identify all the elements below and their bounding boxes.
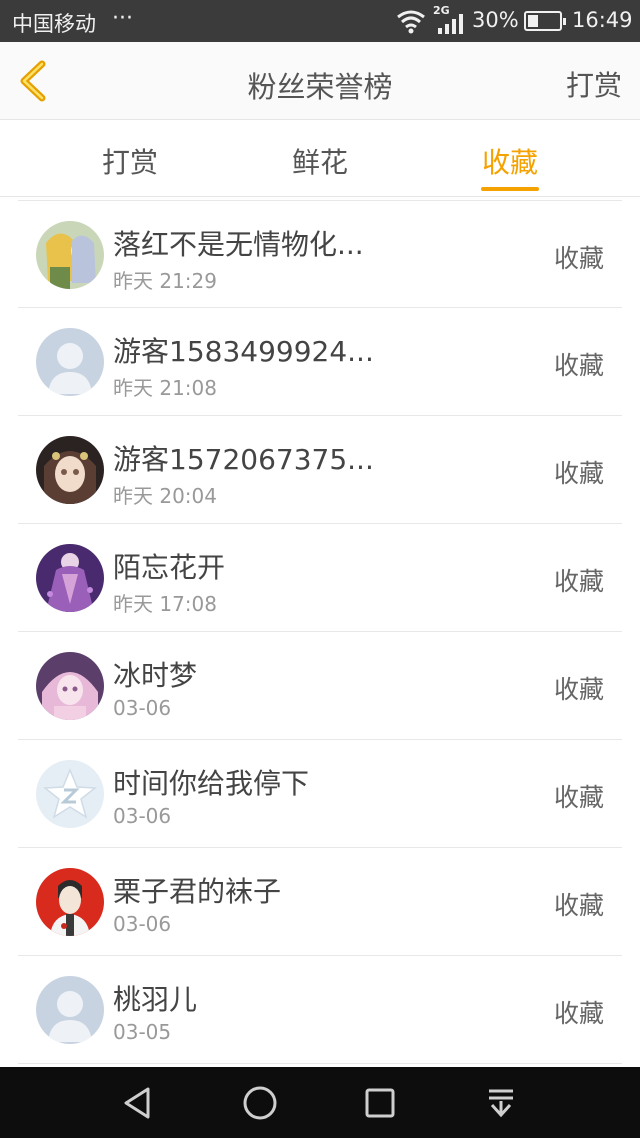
page-title: 粉丝荣誉榜 [247,70,393,104]
favorite-label: 收藏 [553,567,604,596]
favorite-label: 收藏 [553,999,604,1028]
avatar [36,652,104,720]
avatar [36,544,104,612]
active-tab-indicator [481,187,539,191]
status-bar: 中国移动 ··· 2G 30% 16:49 [0,0,640,42]
fan-name: 桃羽儿 [113,983,198,1016]
fan-time: 昨天 21:29 [113,269,217,293]
list-item[interactable]: 陌忘花开 昨天 17:08 收藏 [18,524,622,632]
tab-reward[interactable]: 打赏 [70,141,190,181]
battery-icon [524,11,566,31]
fan-time: 03-05 [113,1020,172,1044]
favorite-label: 收藏 [553,675,604,704]
favorite-label: 收藏 [553,891,604,920]
fan-time: 03-06 [113,912,172,936]
list-item[interactable]: 桃羽儿 03-05 收藏 [18,956,622,1064]
avatar [36,868,104,936]
nav-home-icon[interactable] [240,1083,280,1123]
wifi-icon [397,10,425,34]
fan-name: 游客1572067375... [113,443,374,476]
avatar [36,221,104,289]
nav-back-icon[interactable] [118,1083,158,1123]
fan-time: 03-06 [113,804,172,828]
fan-name: 落红不是无情物化... [113,228,364,261]
tab-bar: 打赏 鲜花 收藏 [0,121,640,197]
avatar [36,760,104,828]
avatar [36,976,104,1044]
fan-name: 栗子君的袜子 [113,875,282,908]
fan-list: 落红不是无情物化... 昨天 21:29 收藏 游客1583499924... … [18,200,622,1064]
list-item[interactable]: 游客1583499924... 昨天 21:08 收藏 [18,308,622,416]
fan-time: 昨天 20:04 [113,484,217,508]
fan-time: 昨天 21:08 [113,376,217,400]
list-item[interactable]: 时间你给我停下 03-06 收藏 [18,740,622,848]
list-item[interactable]: 冰时梦 03-06 收藏 [18,632,622,740]
system-nav-bar [0,1067,640,1138]
fan-name: 游客1583499924... [113,335,374,368]
tab-flowers[interactable]: 鲜花 [260,141,380,181]
signal-icon [438,14,463,34]
fan-time: 昨天 17:08 [113,592,217,616]
tab-favorites[interactable]: 收藏 [450,141,570,181]
app-header: 粉丝荣誉榜 打赏 [0,42,640,120]
reward-button[interactable]: 打赏 [566,64,622,104]
nav-notifications-icon[interactable] [481,1083,521,1123]
list-item[interactable]: 栗子君的袜子 03-06 收藏 [18,848,622,956]
favorite-label: 收藏 [553,351,604,380]
nav-recents-icon[interactable] [360,1083,400,1123]
favorite-label: 收藏 [553,244,604,273]
fan-name: 陌忘花开 [113,551,226,584]
avatar [36,328,104,396]
carrier-label: 中国移动 [12,12,96,36]
list-item[interactable]: 落红不是无情物化... 昨天 21:29 收藏 [18,200,622,308]
fan-name: 时间你给我停下 [113,767,310,800]
notification-dots: ··· [112,6,133,31]
fan-name: 冰时梦 [113,659,198,692]
favorite-label: 收藏 [553,783,604,812]
battery-percent: 30% [472,8,519,32]
clock: 16:49 [572,8,633,32]
fan-time: 03-06 [113,696,172,720]
list-item[interactable]: 游客1572067375... 昨天 20:04 收藏 [18,416,622,524]
avatar [36,436,104,504]
favorite-label: 收藏 [553,459,604,488]
